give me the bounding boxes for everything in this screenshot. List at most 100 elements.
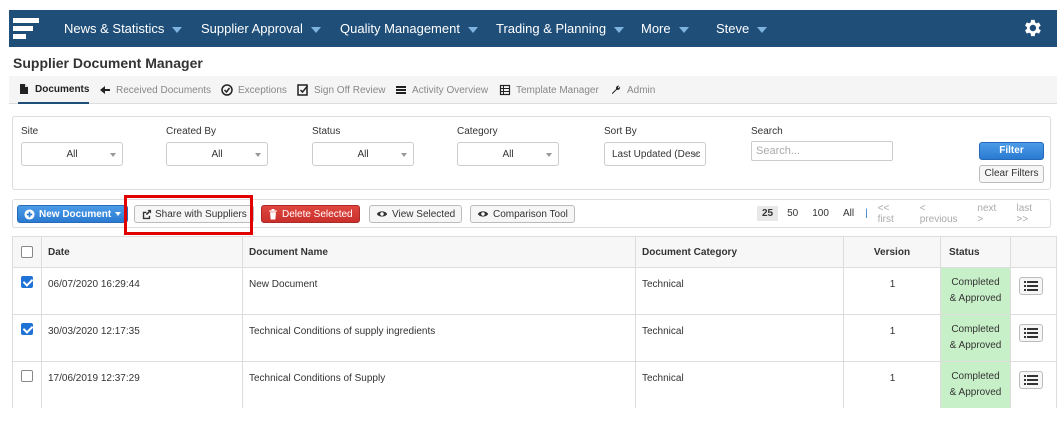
- tab-documents[interactable]: Documents: [18, 76, 90, 104]
- table-row[interactable]: 06/07/2020 16:29:44 New Document Technic…: [13, 268, 1056, 315]
- cell-version: 1: [844, 315, 941, 361]
- top-navbar: News & Statistics Supplier Approval Qual…: [9, 10, 1057, 47]
- page-size-50[interactable]: 50: [782, 206, 803, 221]
- status-select[interactable]: All: [312, 142, 414, 166]
- nav-quality-management[interactable]: Quality Management: [340, 10, 478, 47]
- table-row[interactable]: 30/03/2020 12:17:35 Technical Conditions…: [13, 315, 1056, 362]
- nav-user-menu[interactable]: Steve: [716, 10, 768, 47]
- tab-label: Activity Overview: [412, 84, 489, 96]
- chevron-down-icon: [110, 153, 116, 157]
- site-select[interactable]: All: [21, 142, 123, 166]
- status-text-line1: Completed: [951, 277, 1000, 288]
- search-input[interactable]: [751, 141, 893, 161]
- nav-supplier-approval[interactable]: Supplier Approval: [201, 10, 321, 47]
- cell-date: 17/06/2019 12:37:29: [42, 362, 243, 408]
- row-checkbox[interactable]: [21, 323, 33, 335]
- row-checkbox[interactable]: [21, 370, 33, 382]
- list-icon: [1024, 328, 1038, 338]
- tab-template-manager[interactable]: Template Manager: [499, 76, 599, 104]
- first-page-link[interactable]: << first: [878, 203, 908, 225]
- clear-filters-button[interactable]: Clear Filters: [979, 165, 1044, 183]
- nav-more[interactable]: More: [641, 10, 689, 47]
- sort-by-select[interactable]: Last Updated (Desc: [604, 142, 706, 166]
- row-menu-button[interactable]: [1019, 277, 1043, 295]
- header-version[interactable]: Version: [844, 237, 941, 267]
- header-actions: [1011, 237, 1056, 267]
- header-status[interactable]: Status: [941, 237, 1011, 267]
- nav-news-statistics[interactable]: News & Statistics: [64, 10, 183, 47]
- page-size-all[interactable]: All: [838, 206, 859, 221]
- status-label: Status: [312, 126, 341, 137]
- header-date[interactable]: Date: [42, 237, 243, 267]
- tab-admin[interactable]: Admin: [610, 76, 655, 104]
- table-row[interactable]: 17/06/2019 12:37:29 Technical Conditions…: [13, 362, 1056, 408]
- nav-label: Quality Management: [340, 21, 460, 36]
- search-label: Search: [751, 126, 783, 137]
- cell-actions: [1011, 315, 1056, 361]
- previous-page-link[interactable]: < previous: [920, 203, 966, 225]
- delete-selected-button[interactable]: Delete Selected: [261, 205, 360, 223]
- filter-button[interactable]: Filter: [979, 142, 1044, 160]
- cell-status: Completed & Approved: [941, 362, 1011, 408]
- gear-icon[interactable]: [1021, 17, 1043, 39]
- select-all-checkbox[interactable]: [21, 246, 33, 258]
- tab-exceptions[interactable]: Exceptions: [221, 76, 287, 104]
- status-text-line2: & Approved: [949, 293, 1002, 304]
- header-document-category[interactable]: Document Category: [636, 237, 844, 267]
- cell-document-category: Technical: [636, 362, 844, 408]
- page-size-100[interactable]: 100: [807, 206, 834, 221]
- chevron-down-icon: [467, 26, 478, 33]
- tab-activity-overview[interactable]: Activity Overview: [395, 76, 488, 104]
- cell-status: Completed & Approved: [941, 315, 1011, 361]
- chevron-down-icon: [172, 26, 183, 33]
- document-name-text: Technical Conditions of Supply: [249, 373, 386, 384]
- tab-received-documents[interactable]: Received Documents: [99, 76, 211, 104]
- cell-date: 30/03/2020 12:17:35: [42, 315, 243, 361]
- tab-sign-off-review[interactable]: Sign Off Review: [297, 76, 386, 104]
- chevron-down-icon: [678, 26, 689, 33]
- delete-selected-label: Delete Selected: [282, 208, 353, 220]
- cell-document-name: New Document: [243, 268, 636, 314]
- sort-by-select-value: Last Updated (Desc: [612, 148, 701, 160]
- category-label: Category: [457, 126, 498, 137]
- chevron-down-icon: [693, 153, 699, 157]
- cell-version: 1: [844, 362, 941, 408]
- tab-label: Sign Off Review: [314, 84, 386, 96]
- header-document-name[interactable]: Document Name: [243, 237, 636, 267]
- cell-document-name: Technical Conditions of Supply: [243, 362, 636, 408]
- view-selected-label: View Selected: [392, 208, 456, 220]
- cell-version: 1: [844, 268, 941, 314]
- version-text: 1: [889, 326, 896, 337]
- tab-label: Admin: [627, 84, 656, 96]
- chevron-down-icon: [310, 26, 321, 33]
- comparison-tool-label: Comparison Tool: [493, 208, 568, 220]
- comparison-tool-button[interactable]: Comparison Tool: [470, 205, 575, 223]
- page-size-25[interactable]: 25: [757, 206, 779, 221]
- row-menu-button[interactable]: [1019, 371, 1043, 389]
- nav-label: News & Statistics: [64, 21, 165, 36]
- version-text: 1: [889, 279, 896, 290]
- last-page-link[interactable]: last >>: [1016, 203, 1046, 225]
- cell-document-name: Technical Conditions of supply ingredien…: [243, 315, 636, 361]
- row-menu-button[interactable]: [1019, 324, 1043, 342]
- view-selected-button[interactable]: View Selected: [369, 205, 463, 223]
- sort-by-label: Sort By: [604, 126, 637, 137]
- tab-label: Received Documents: [116, 84, 212, 96]
- next-page-link[interactable]: next >: [977, 203, 1004, 225]
- chevron-down-icon: [757, 26, 768, 33]
- pagination: 25 50 100 All | << first < previous next…: [757, 200, 1050, 227]
- version-text: 1: [889, 373, 896, 384]
- new-document-button[interactable]: New Document: [17, 205, 129, 223]
- select-all-cell: [13, 237, 42, 267]
- category-select[interactable]: All: [457, 142, 559, 166]
- app-logo-icon[interactable]: [13, 15, 39, 43]
- created-by-select-value: All: [211, 148, 223, 160]
- row-checkbox[interactable]: [21, 276, 33, 288]
- nav-label: Supplier Approval: [201, 21, 303, 36]
- eye-icon: [376, 211, 388, 217]
- nav-trading-planning[interactable]: Trading & Planning: [496, 10, 625, 47]
- filter-panel: Site All Created By All Status All Categ…: [12, 116, 1051, 190]
- cell-document-category: Technical: [636, 315, 844, 361]
- created-by-select[interactable]: All: [166, 142, 268, 166]
- chevron-down-icon: [115, 212, 122, 216]
